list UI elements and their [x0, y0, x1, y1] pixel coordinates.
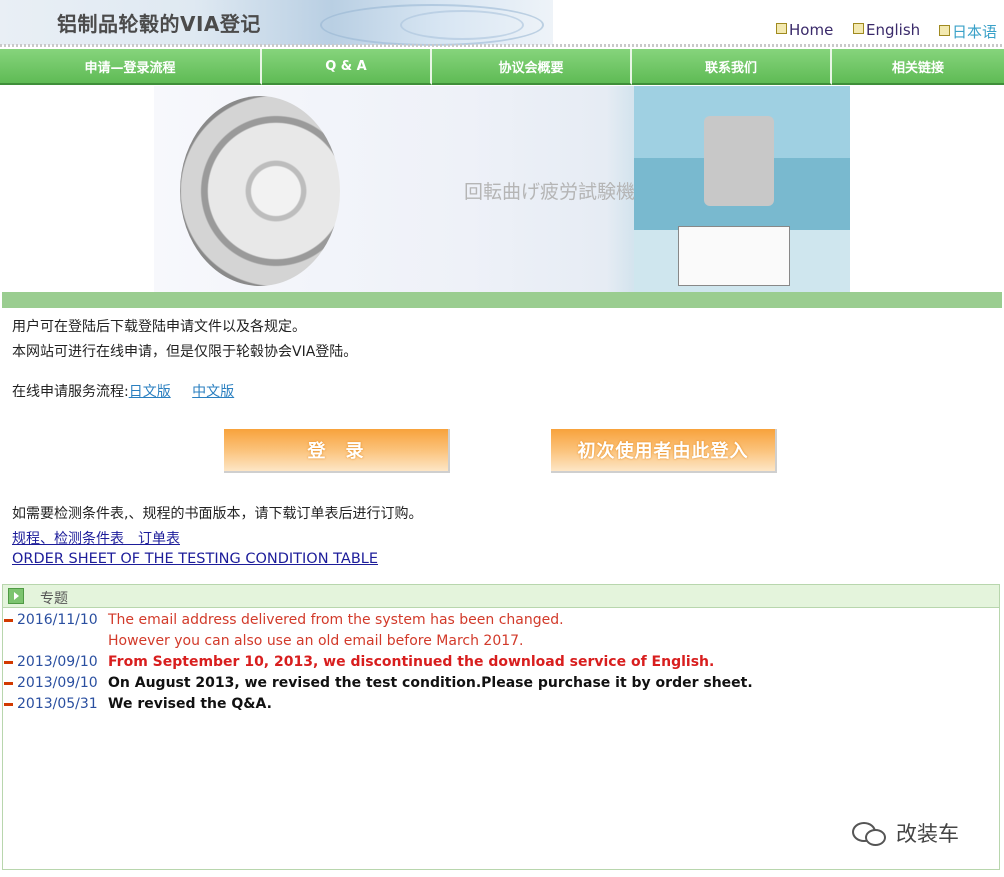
bullet-icon [939, 25, 950, 36]
order-link-chinese[interactable]: 规程、检测条件表 订单表 [12, 528, 180, 548]
bullet-icon [853, 23, 864, 34]
watermark-text: 改装车 [896, 822, 959, 846]
news-date: 2013/09/10 [17, 675, 98, 691]
news-heading: 专题 [40, 591, 68, 607]
nav-item-qa[interactable]: Q & A [262, 49, 432, 85]
banner-divider [2, 292, 1002, 308]
lang-link-english[interactable]: English [853, 21, 920, 39]
news-message-continued: However you can also use an old email be… [108, 633, 524, 649]
news-date: 2016/11/10 [17, 612, 98, 628]
wechat-icon [852, 820, 886, 846]
news-date: 2013/09/10 [17, 654, 98, 670]
site-header: 铝制品轮毂的VIA登记 Home English 日本语 [0, 0, 1004, 47]
first-time-register-button[interactable]: 初次使用者由此登入 [551, 429, 777, 473]
news-list: 2016/11/10 The email address delivered f… [2, 608, 1000, 870]
nav-item-related-links[interactable]: 相关链接 [832, 49, 1004, 85]
nav-item-contact[interactable]: 联系我们 [632, 49, 832, 85]
news-message: On August 2013, we revised the test cond… [108, 675, 753, 691]
news-date: 2013/05/31 [17, 696, 98, 712]
flow-link-japanese[interactable]: 日文版 [129, 384, 171, 400]
nav-item-association-overview[interactable]: 协议会概要 [432, 49, 632, 85]
flow-row: 在线申请服务流程:日文版 中文版 [12, 381, 234, 401]
login-button[interactable]: 登 录 [224, 429, 450, 473]
header-divider [0, 44, 1004, 47]
main-nav: 申请—登录流程 Q & A 协议会概要 联系我们 相关链接 [0, 49, 1004, 85]
banner-caption: 回転曲げ疲労試験機 [464, 181, 636, 203]
news-message: From September 10, 2013, we discontinued… [108, 654, 715, 670]
news-message: The email address delivered from the sys… [108, 612, 564, 628]
play-arrow-icon [8, 588, 24, 604]
site-title: 铝制品轮毂的VIA登记 [57, 12, 261, 36]
test-machine-image [634, 86, 850, 292]
flow-link-chinese[interactable]: 中文版 [192, 384, 234, 400]
flow-label: 在线申请服务流程: [12, 384, 129, 400]
lang-link-japanese[interactable]: 日本语 [939, 21, 997, 42]
news-header: 专题 [2, 584, 1000, 608]
dash-icon [4, 703, 13, 706]
intro-line-2: 本网站可进行在线申请，但是仅限于轮毂协会VIA登陆。 [12, 344, 358, 360]
order-link-english[interactable]: ORDER SHEET OF THE TESTING CONDITION TAB… [12, 551, 378, 567]
hero-banner: 回転曲げ疲労試験機 [154, 86, 850, 292]
wheel-image [180, 96, 340, 286]
order-note: 如需要检测条件表,、规程的书面版本，请下载订单表后进行订购。 [12, 506, 423, 522]
lang-link-home[interactable]: Home [776, 21, 833, 39]
bullet-icon [776, 23, 787, 34]
watermark: 改装车 [852, 818, 959, 848]
dash-icon [4, 682, 13, 685]
news-message: We revised the Q&A. [108, 696, 272, 712]
dash-icon [4, 619, 13, 622]
intro-line-1: 用户可在登陆后下载登陆申请文件以及各规定。 [12, 319, 306, 335]
dash-icon [4, 661, 13, 664]
nav-item-application-flow[interactable]: 申请—登录流程 [0, 49, 262, 85]
